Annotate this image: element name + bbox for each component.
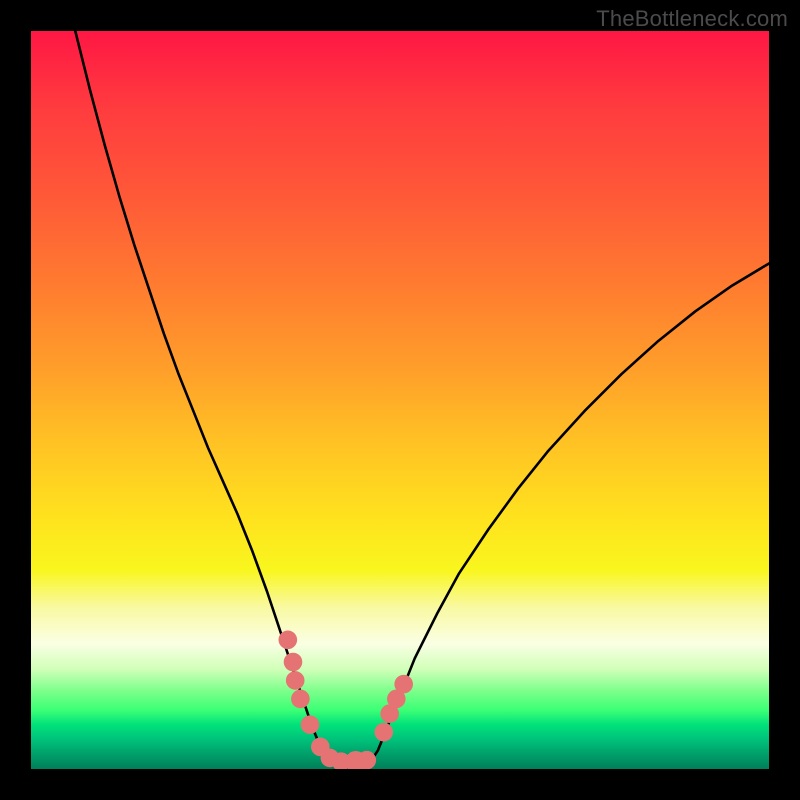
marker-point [279,631,298,650]
marker-point [374,723,393,742]
marker-point [291,690,310,709]
watermark-text: TheBottleneck.com [596,6,788,32]
curve-group [75,31,769,764]
marker-point [301,715,320,734]
marker-point [357,751,376,769]
marker-group [279,631,413,769]
marker-point [286,671,305,690]
chart-svg [31,31,769,769]
marker-point [284,653,303,672]
outer-frame: TheBottleneck.com [0,0,800,800]
curve-left-curve [75,31,341,764]
marker-point [394,675,413,694]
plot-area [31,31,769,769]
